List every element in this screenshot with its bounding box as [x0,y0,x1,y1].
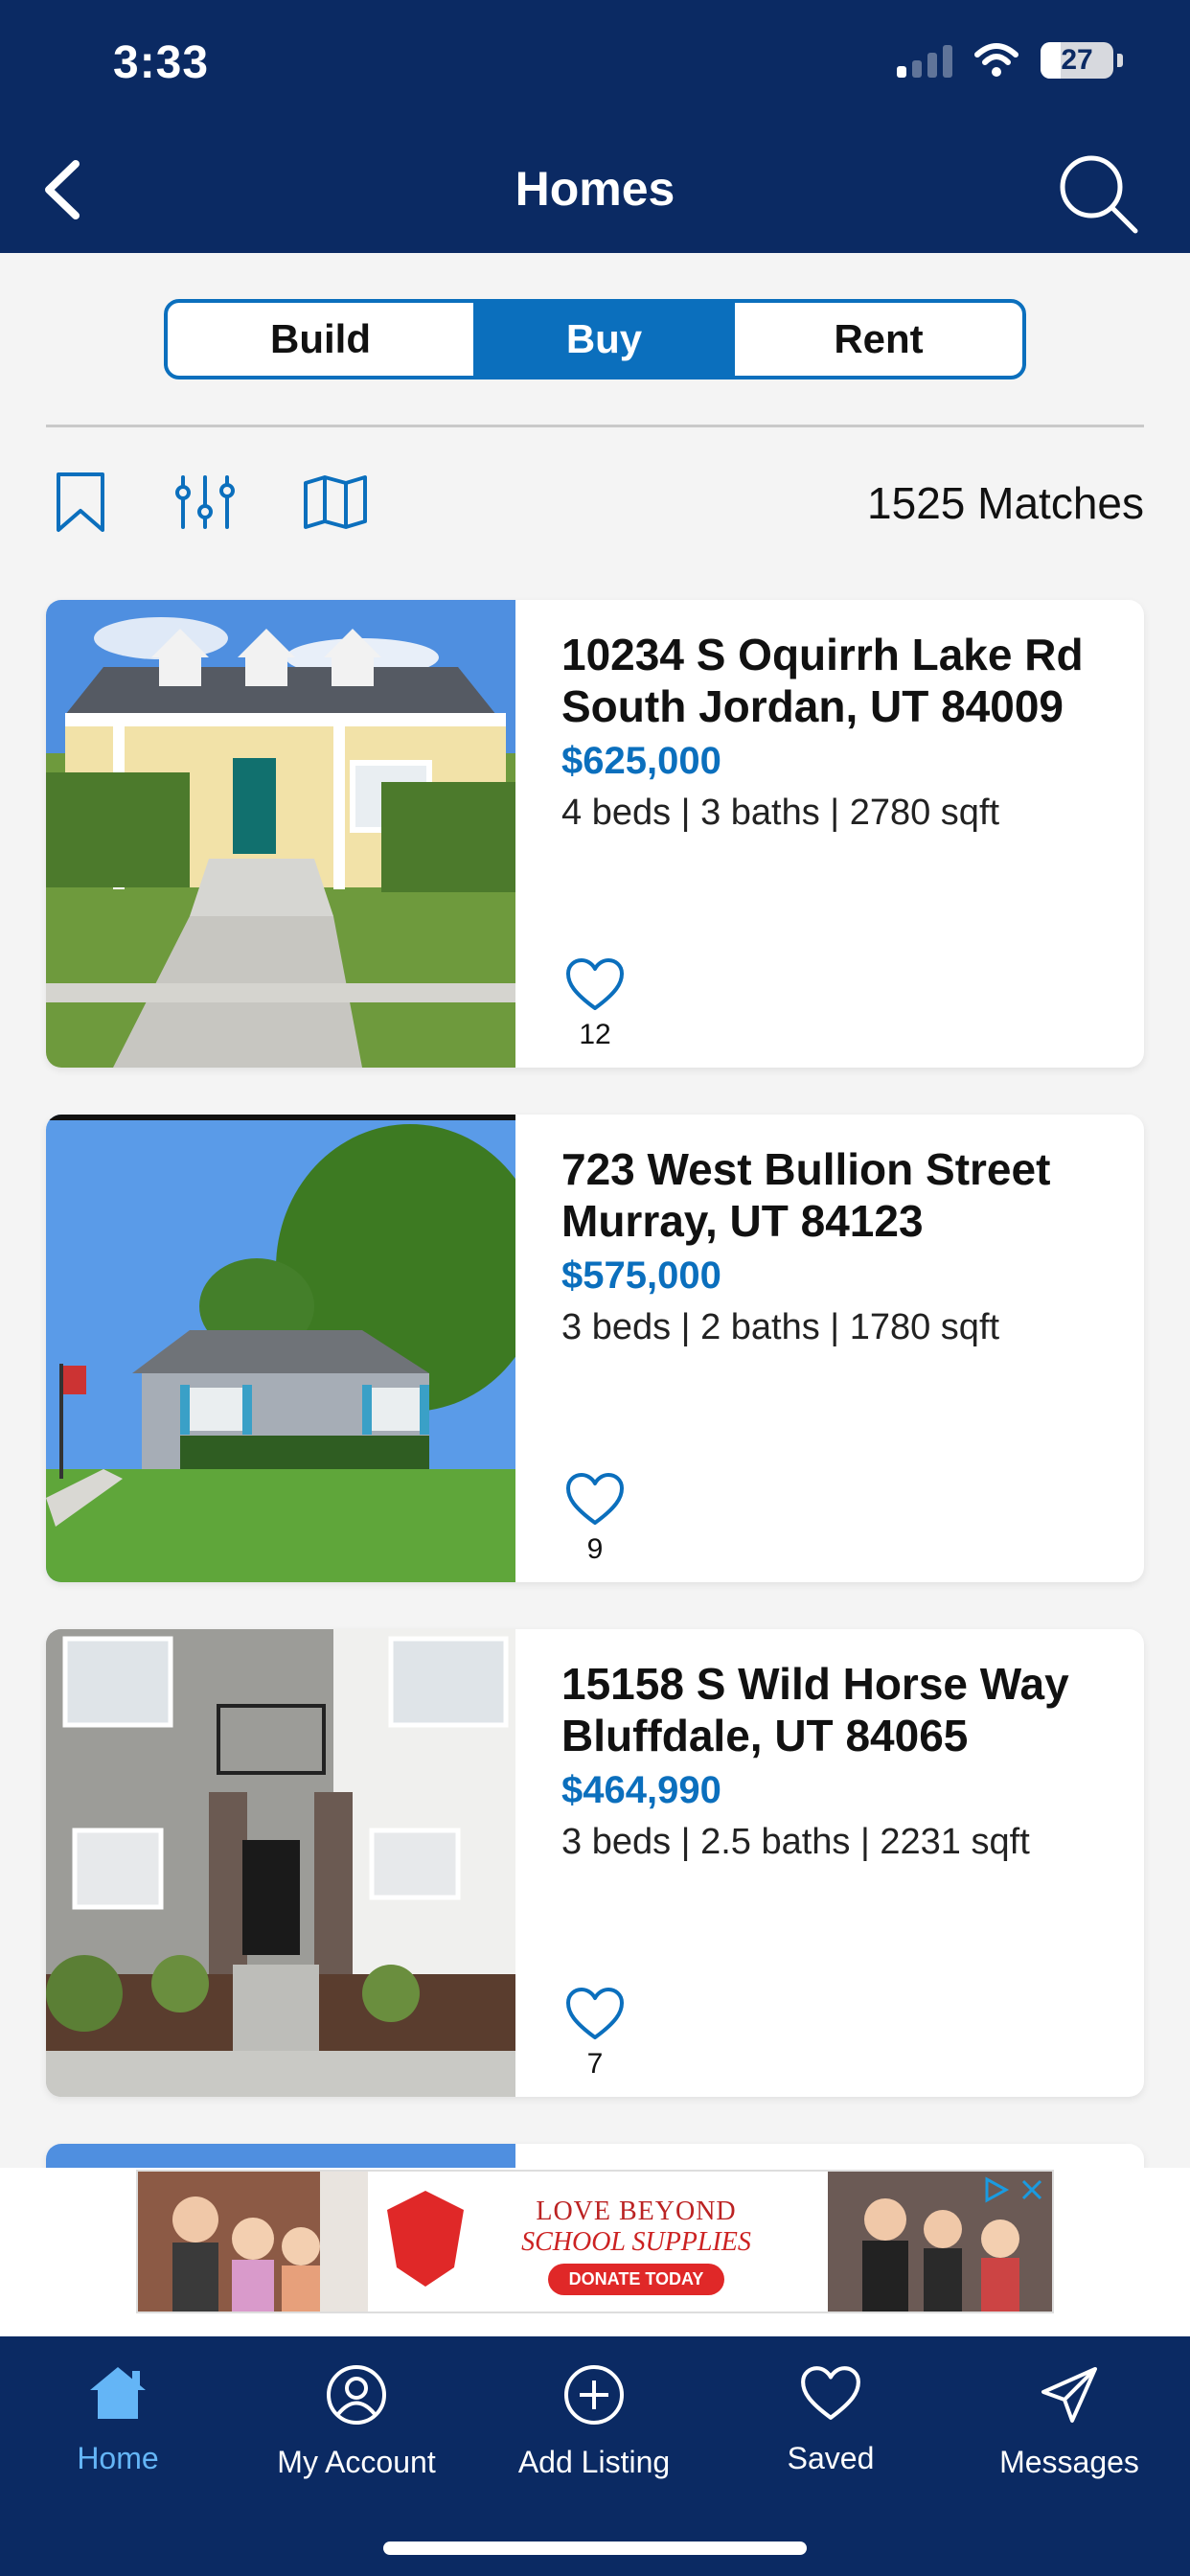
tab-my-account[interactable]: My Account [251,2363,462,2480]
map-view-button[interactable] [301,468,370,537]
listing-address-line1: 10234 S Oquirrh Lake Rd [561,630,1084,679]
page-title: Homes [515,162,675,216]
segment-rent[interactable]: Rent [732,303,1022,376]
listing-price: $625,000 [561,740,721,782]
send-icon [1041,2367,1097,2423]
house-photo-3 [46,1629,515,2097]
favorite-button[interactable]: 12 [561,956,629,1051]
heart-icon [801,2366,860,2420]
search-icon [1060,155,1138,234]
filters-button[interactable] [171,468,240,537]
heart-icon [566,1988,624,2039]
listing-info: 10234 S Oquirrh Lake Rd South Jordan, UT… [561,629,1125,834]
listing-info: 723 West Bullion Street Murray, UT 84123… [561,1143,1125,1348]
home-indicator [383,2542,807,2555]
listing-address-line1: 723 West Bullion Street [561,1144,1051,1194]
divider [46,425,1144,427]
segment-build[interactable]: Build [168,303,473,376]
tab-add-listing[interactable]: Add Listing [489,2363,699,2480]
listing-card[interactable]: 10234 S Oquirrh Lake Rd South Jordan, UT… [46,600,1144,1068]
favorite-count: 7 [586,2048,604,2080]
ad-copy: LOVE BEYOND SCHOOL SUPPLIES DONATE TODAY [464,2196,809,2295]
map-icon [304,475,367,529]
toolbar: 1525 Matches [46,468,1144,544]
ad-subline: SCHOOL SUPPLIES [521,2227,751,2257]
nav-row: Homes [0,134,1190,253]
tab-label: Home [77,2441,159,2475]
ad-choices-icon[interactable] [981,2175,1010,2204]
listing-specs: 3 beds | 2.5 baths | 2231 sqft [561,1822,1030,1862]
status-time: 3:33 [113,37,210,88]
favorite-button[interactable]: 9 [561,1471,629,1566]
add-icon [564,2365,624,2425]
tab-saved[interactable]: Saved [725,2363,936,2476]
heart-icon [566,1473,624,1525]
battery-icon: 27 [1041,42,1113,79]
tab-messages[interactable]: Messages [964,2363,1175,2480]
battery-tip [1117,54,1123,67]
account-icon [327,2365,386,2425]
tab-label: My Account [277,2445,436,2479]
segment-buy[interactable]: Buy [473,303,732,376]
search-button[interactable] [1052,148,1144,240]
listing-price: $575,000 [561,1254,721,1297]
saved-searches-button[interactable] [46,468,115,537]
tab-label: Saved [787,2441,875,2475]
ad-banner[interactable]: LOVE BEYOND SCHOOL SUPPLIES DONATE TODAY [136,2170,1054,2313]
sliders-icon [175,475,235,529]
screen: 3:33 27 Homes Build Buy Rent 1525 Matche… [0,0,1190,2576]
listing-card[interactable]: 723 West Bullion Street Murray, UT 84123… [46,1115,1144,1582]
listing-address-line2: Bluffdale, UT 84065 [561,1711,969,1760]
listing-info: 15158 S Wild Horse Way Bluffdale, UT 840… [561,1658,1125,1863]
ad-controls [981,2175,1046,2204]
listing-address-line1: 15158 S Wild Horse Way [561,1659,1069,1709]
tab-home[interactable]: Home [12,2363,223,2476]
favorite-count: 9 [586,1533,604,1565]
tab-label: Messages [999,2445,1139,2479]
close-icon[interactable] [1018,2175,1046,2204]
listing-specs: 3 beds | 2 baths | 1780 sqft [561,1307,1000,1347]
ad-donate-button[interactable]: DONATE TODAY [547,2264,725,2295]
listing-card[interactable]: 15158 S Wild Horse Way Bluffdale, UT 840… [46,1629,1144,2097]
favorite-count: 12 [579,1019,611,1050]
listing-address-line2: South Jordan, UT 84009 [561,681,1064,731]
tab-label: Add Listing [517,2445,671,2479]
house-photo-1 [46,600,515,1068]
battery-level: 27 [1061,44,1093,76]
wifi-icon [974,43,1018,77]
matches-count: 1525 Matches [867,478,1144,528]
listing-photo[interactable] [46,1629,515,2097]
listing-photo[interactable] [46,600,515,1068]
listing-address-line2: Murray, UT 84123 [561,1196,924,1246]
header: 3:33 27 Homes [0,0,1190,253]
battery-fill [1041,42,1061,79]
listing-price: $464,990 [561,1769,721,1811]
signal-icon [897,43,952,78]
heart-icon [566,958,624,1010]
listing-type-segmented-control: Build Buy Rent [164,299,1026,380]
bookmark-icon [57,472,104,532]
favorite-button[interactable]: 7 [561,1986,629,2081]
status-icons: 27 [897,42,1123,79]
status-bar: 3:33 27 [0,0,1190,134]
ad-headline: LOVE BEYOND [536,2196,737,2226]
tab-bar: Home My Account Add Listing Saved Messag… [0,2336,1190,2576]
listing-photo[interactable] [46,1115,515,1582]
house-photo-2 [46,1115,515,1582]
listing-specs: 4 beds | 3 baths | 2780 sqft [561,793,1000,833]
home-icon [90,2367,146,2419]
